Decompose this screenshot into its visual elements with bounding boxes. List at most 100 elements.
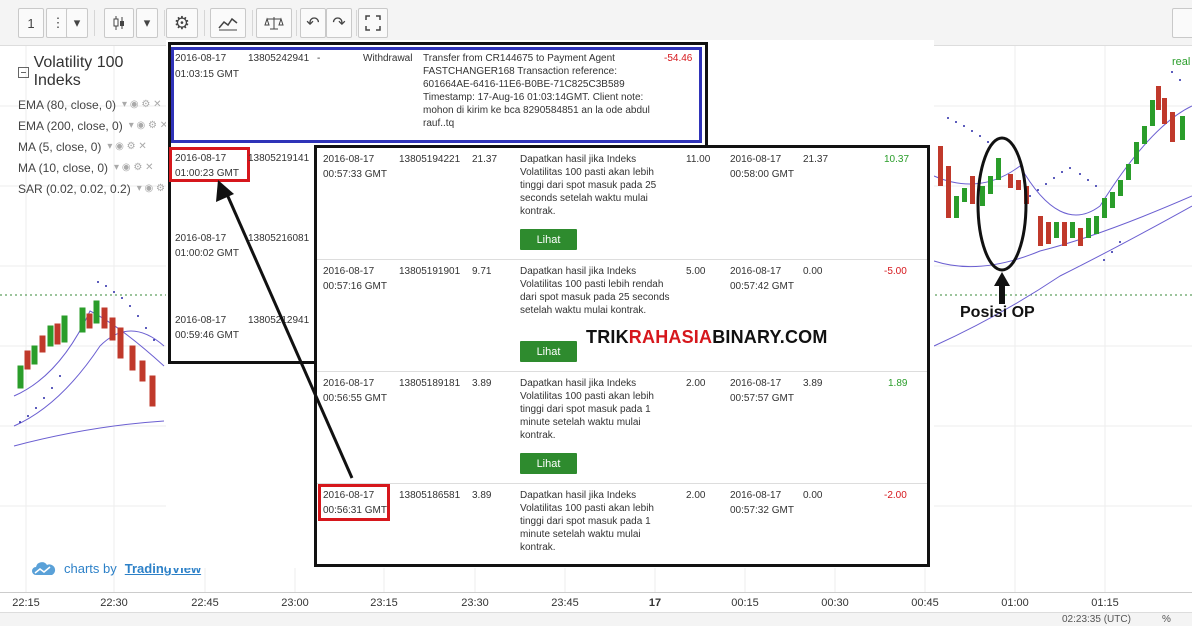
indicator-ma5[interactable]: MA (5, close, 0) ▾ ◉ ⚙ ✕ [18,136,168,157]
contract-profit: -5.00 [884,266,907,277]
indicator-sar[interactable]: SAR (0.02, 0.02, 0.2) ▾ ◉ ⚙ ✕ [18,178,176,199]
indicator-controls-icon[interactable]: ▾ ◉ ⚙ ✕ [107,141,146,152]
brand-prefix: charts by [64,561,117,576]
watermark: TRIKRAHASIABINARY.COM [586,327,828,348]
left-candles [13,281,165,447]
withdrawal-dash: - [317,53,321,64]
contract-stake: 11.00 [686,154,711,165]
time-tick: 00:15 [731,597,759,609]
indicator-ma10[interactable]: MA (10, close, 0) ▾ ◉ ⚙ ✕ [18,157,168,178]
symbol-name: Volatility 100 Indeks [33,54,124,89]
utc-clock: 02:23:35 (UTC) [1062,614,1131,625]
contract-payout: 3.89 [472,490,492,501]
contract-description: Dapatkan hasil jika Indeks Volatilitas 1… [520,154,657,217]
percent-toggle[interactable]: % [1162,614,1171,625]
contract-payout: 21.37 [472,154,498,165]
row-ref: 13805219141 [248,153,310,164]
contract-sell-price: 0.00 [803,266,823,277]
contract-ref: 13805189181 [399,378,461,389]
contract-description: Dapatkan hasil jika Indeks Volatilitas 1… [520,266,670,316]
chart-legend: Volatility 100 Indeks EMA (80, close, 0)… [18,54,176,199]
undo-icon[interactable]: ↶ [300,8,326,38]
indicator-ema200[interactable]: EMA (200, close, 0) ▾ ◉ ⚙ ✕ [18,115,168,136]
indicators-icon[interactable] [210,8,246,38]
realtime-label: real [1172,56,1191,68]
contract-profit: -2.00 [884,490,907,501]
watermark-part: BINARY.COM [712,327,828,347]
up-arrow-icon [994,272,1010,304]
chart-type-dropdown-icon[interactable]: ▾ [136,8,158,38]
toolbar-right-button[interactable] [1172,8,1192,38]
view-contract-button[interactable]: Lihat [520,229,577,250]
contract-sell-date: 2016-08-17 [730,154,782,165]
withdrawal-type: Withdrawal [363,53,413,64]
contract-ref: 13805191901 [399,266,461,277]
time-tick: 22:30 [100,597,128,609]
time-tick: 01:00 [1001,597,1029,609]
contract-date: 2016-08-17 [323,154,375,165]
time-tick: 22:45 [191,597,219,609]
contract-stake: 5.00 [686,266,706,277]
contract-sell-time: 00:57:57 GMT [730,393,794,404]
contract-payout: 3.89 [472,378,492,389]
contract-description: Dapatkan hasil jika Indeks Volatilitas 1… [520,378,654,441]
contract-description: Dapatkan hasil jika Indeks Volatilitas 1… [520,490,654,553]
redo-icon[interactable]: ↷ [326,8,352,38]
contract-sell-price: 0.00 [803,490,823,501]
status-bar: 02:23:35 (UTC) % [0,612,1192,626]
watermark-part: RAHASIA [628,327,713,347]
statement-panel: 2016-08-17 01:03:15 GMT 13805242941 - Wi… [166,40,934,568]
indicator-label: SAR (0.02, 0.02, 0.2) [18,181,131,196]
gear-icon[interactable]: ⚙ [166,8,198,38]
withdrawal-ref: 13805242941 [248,53,310,64]
highlight-ellipse [976,136,1028,272]
contract-sell-date: 2016-08-17 [730,378,782,389]
contract-sell-time: 00:57:32 GMT [730,505,794,516]
contract-ref: 13805194221 [399,154,461,165]
time-tick: 23:15 [370,597,398,609]
indicator-controls-icon[interactable]: ▾ ◉ ⚙ ✕ [114,162,153,173]
contract-sell-date: 2016-08-17 [730,490,782,501]
indicator-label: EMA (200, close, 0) [18,118,123,133]
view-contract-button[interactable]: Lihat [520,341,577,362]
row-time: 01:00:23 GMT [175,168,239,179]
connector-arrow-icon [216,180,354,479]
contract-stake: 2.00 [686,490,706,501]
watermark-part: TRIK [586,327,629,347]
row-date: 2016-08-17 [175,153,227,164]
time-tick: 00:30 [821,597,849,609]
fullscreen-icon[interactable] [358,8,388,38]
time-tick: 23:30 [461,597,489,609]
indicator-label: EMA (80, close, 0) [18,97,117,112]
withdrawal-date: 2016-08-17 [175,53,227,64]
contract-sell-time: 00:58:00 GMT [730,169,794,180]
contract-sell-date: 2016-08-17 [730,266,782,277]
chevron-down-icon[interactable]: ▾ [66,8,88,38]
time-tick-day: 17 [648,597,662,609]
indicator-label: MA (5, close, 0) [18,139,102,154]
withdrawal-time: 01:03:15 GMT [175,69,239,80]
withdrawal-description: Transfer from CR144675 to Payment Agent … [423,53,650,129]
indicator-controls-icon[interactable]: ▾ ◉ ⚙ ✕ [129,120,168,131]
time-tick: 00:45 [911,597,939,609]
candlestick-icon[interactable] [104,8,134,38]
cloud-icon [32,561,56,575]
compare-scale-icon[interactable] [256,8,292,38]
time-axis[interactable]: 22:15 22:30 22:45 23:00 23:15 23:30 23:4… [0,592,1192,612]
collapse-icon[interactable] [18,66,29,78]
indicator-controls-icon[interactable]: ▾ ◉ ⚙ ✕ [122,99,161,110]
contract-stake: 2.00 [686,378,706,389]
contract-sell-price: 3.89 [803,378,823,389]
withdrawal-amount: -54.46 [664,53,693,64]
contract-ref: 13805186581 [399,490,461,501]
contract-sell-time: 00:57:42 GMT [730,281,794,292]
time-tick: 22:15 [12,597,40,609]
position-annotation: Posisi OP [960,304,1035,321]
contract-profit: 1.89 [888,378,908,389]
indicator-ema80[interactable]: EMA (80, close, 0) ▾ ◉ ⚙ ✕ [18,94,168,115]
interval-selector[interactable]: 1 [18,8,44,38]
chart-title[interactable]: Volatility 100 Indeks [18,54,168,90]
view-contract-button[interactable]: Lihat [520,453,577,474]
time-tick: 23:00 [281,597,309,609]
contract-sell-price: 21.37 [803,154,829,165]
